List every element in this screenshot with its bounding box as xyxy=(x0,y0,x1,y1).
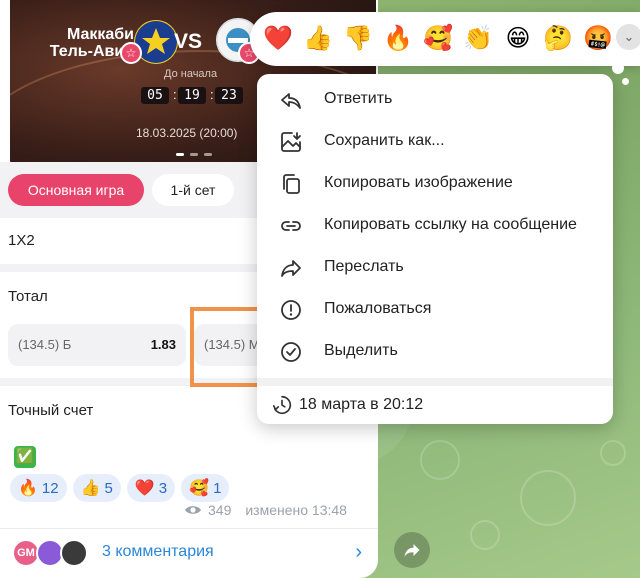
odd-label: (134.5) Б xyxy=(18,337,72,352)
forward-icon xyxy=(281,260,301,277)
chevron-right-icon: › xyxy=(355,541,362,563)
reaction-smiling-hearts[interactable]: 🥰 1 xyxy=(181,474,230,502)
eye-icon xyxy=(185,506,201,514)
fire-icon: 🔥 xyxy=(18,480,38,497)
cursing-emoji-option[interactable]: 🤬 xyxy=(578,19,618,59)
match-date: 18.03.2025 (20:00) xyxy=(136,126,238,140)
menu-item-label: Копировать ссылку на сообщение xyxy=(324,216,577,233)
menu-item-forward[interactable]: Переслать xyxy=(257,247,613,289)
market-title: Тотал xyxy=(8,288,48,305)
countdown-colon: : xyxy=(173,87,177,102)
menu-item-select[interactable]: Выделить xyxy=(257,331,613,373)
copy-icon xyxy=(283,174,300,194)
clock-read-icon xyxy=(272,395,292,415)
heart-icon: ❤️ xyxy=(134,480,155,497)
reaction-picker-bar: ❤️ 👍 👎 🔥 🥰 👏 😁 🤔 🤬 ⌄ xyxy=(250,12,640,66)
menu-item-copy-link[interactable]: Копировать ссылку на сообщение xyxy=(257,205,613,247)
reaction-fire[interactable]: 🔥 12 xyxy=(10,474,67,502)
countdown-label: До начала xyxy=(164,68,218,80)
timestamp-label: 18 марта в 20:12 xyxy=(299,396,424,413)
market-title: Точный счет xyxy=(8,402,94,419)
thumbs-up-emoji-option[interactable]: 👍 xyxy=(298,19,338,59)
menu-item-save-as[interactable]: Сохранить как... xyxy=(257,121,613,163)
highlight-frame xyxy=(190,307,264,387)
comments-bar[interactable]: GM 3 комментария › xyxy=(0,528,378,578)
countdown-hours: 05 xyxy=(141,87,169,104)
reaction-count: 3 xyxy=(158,479,168,497)
menu-item-label: Переслать xyxy=(324,258,404,275)
wallpaper-doodle xyxy=(420,440,460,480)
vs-label: VS xyxy=(174,30,203,53)
menu-item-reply[interactable]: Ответить xyxy=(257,79,613,121)
carousel-dot xyxy=(190,153,198,156)
check-mark-emoji: ✅ xyxy=(14,446,36,468)
carousel-dot xyxy=(204,153,212,156)
reaction-heart[interactable]: ❤️ 3 xyxy=(126,474,176,502)
reaction-bar-tail xyxy=(622,78,629,85)
tab-first-set[interactable]: 1-й сет xyxy=(152,174,234,206)
post-meta: 349 изменено 13:48 xyxy=(184,502,347,518)
grinning-emoji-option[interactable]: 😁 xyxy=(498,19,538,59)
link-icon xyxy=(281,221,301,231)
countdown-colon: : xyxy=(210,87,214,102)
post-reactions: 🔥 12 👍 5 ❤️ 3 🥰 1 xyxy=(10,474,230,502)
heart-emoji-option[interactable]: ❤️ xyxy=(258,19,298,59)
menu-item-report[interactable]: Пожаловаться xyxy=(257,289,613,331)
menu-divider xyxy=(257,378,613,386)
home-team-name: Маккаби Тель-Авив xyxy=(49,26,134,60)
reaction-thumbs-up[interactable]: 👍 5 xyxy=(72,474,121,502)
comments-link[interactable]: 3 комментария xyxy=(102,543,214,561)
forward-arrow-icon xyxy=(404,544,420,557)
reaction-count: 5 xyxy=(104,479,113,497)
reaction-bar-tail xyxy=(612,62,624,74)
save-image-icon xyxy=(281,132,301,152)
countdown-minutes: 19 xyxy=(178,87,206,104)
wallpaper-doodle xyxy=(520,470,576,526)
message-context-menu: Ответить Сохранить как... Копировать изо… xyxy=(257,74,613,424)
clapping-emoji-option[interactable]: 👏 xyxy=(458,19,498,59)
smiling-hearts-icon: 🥰 xyxy=(189,480,210,497)
chevron-down-icon: ⌄ xyxy=(623,29,635,44)
menu-item-label: Пожаловаться xyxy=(324,300,432,317)
odd-value: 1.83 xyxy=(150,337,176,352)
favorite-star-icon: ☆ xyxy=(120,42,142,64)
select-check-icon xyxy=(281,342,301,362)
menu-item-copy-image[interactable]: Копировать изображение xyxy=(257,163,613,205)
odd-over[interactable]: (134.5) Б 1.83 xyxy=(8,324,186,366)
countdown-seconds: 23 xyxy=(215,87,243,104)
market-title: 1X2 xyxy=(8,232,35,249)
menu-item-label: Копировать изображение xyxy=(324,174,513,191)
fire-emoji-option[interactable]: 🔥 xyxy=(378,19,418,59)
edited-label: изменено 13:48 xyxy=(245,502,347,518)
wallpaper-doodle xyxy=(470,520,500,550)
views-count: 349 xyxy=(208,502,232,518)
wallpaper-doodle xyxy=(600,440,626,466)
reaction-count: 12 xyxy=(41,479,59,497)
thumbs-up-icon: 👍 xyxy=(80,480,101,497)
thinking-emoji-option[interactable]: 🤔 xyxy=(538,19,578,59)
avatar xyxy=(60,539,88,567)
thumbs-down-emoji-option[interactable]: 👎 xyxy=(338,19,378,59)
menu-item-label: Ответить xyxy=(324,90,393,107)
tab-main-game[interactable]: Основная игра xyxy=(8,174,144,206)
smiling-hearts-emoji-option[interactable]: 🥰 xyxy=(418,19,458,59)
menu-item-label: Выделить xyxy=(324,342,398,359)
carousel-dots xyxy=(176,153,212,156)
menu-item-label: Сохранить как... xyxy=(324,132,445,149)
expand-reactions-button[interactable]: ⌄ xyxy=(616,24,640,50)
reaction-count: 1 xyxy=(213,479,222,497)
share-button[interactable] xyxy=(394,532,430,568)
reply-icon xyxy=(281,93,301,109)
report-icon xyxy=(281,300,301,320)
carousel-dot xyxy=(176,153,184,156)
